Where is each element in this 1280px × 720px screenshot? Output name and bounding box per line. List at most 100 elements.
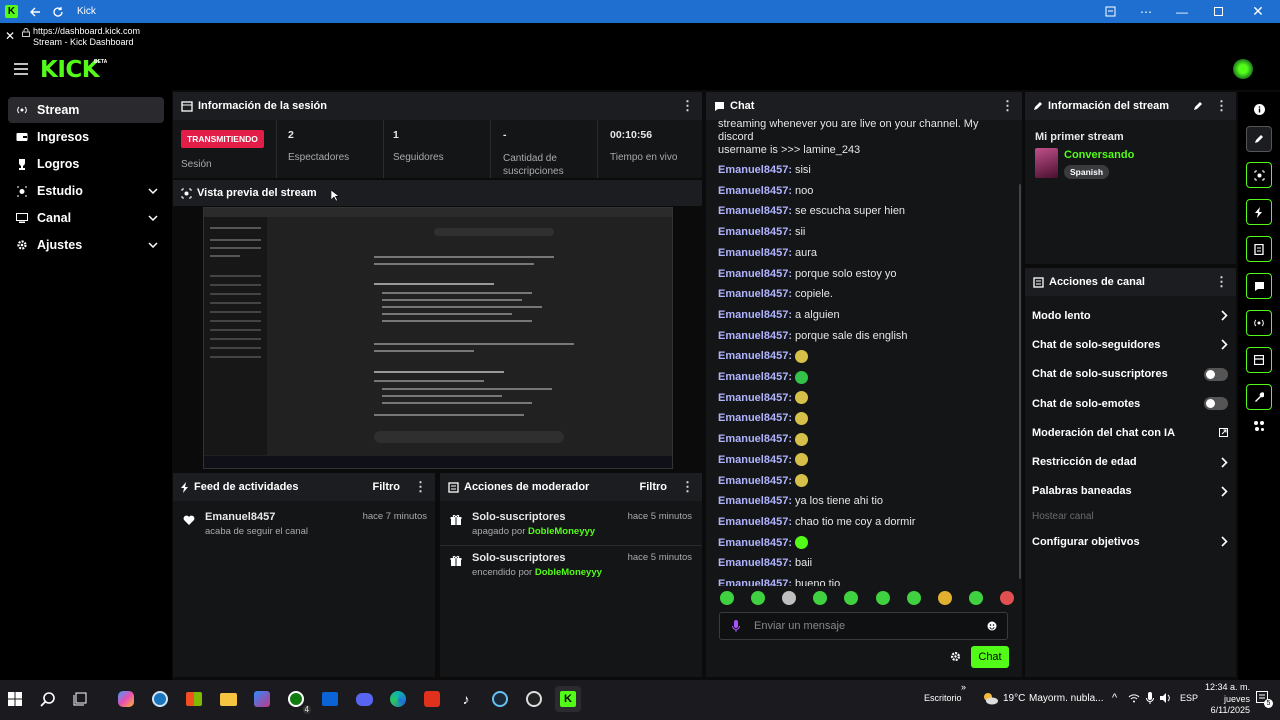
weather-icon[interactable] (982, 691, 998, 705)
chat-username[interactable]: Emanuel8457: (718, 557, 792, 569)
kebab-menu-icon[interactable]: ⋮ (1215, 274, 1228, 290)
chevron-up-icon[interactable]: » (961, 682, 966, 692)
chat-username[interactable]: Emanuel8457: (718, 247, 792, 259)
steam-icon[interactable] (147, 686, 173, 712)
chat-username[interactable]: Emanuel8457: (718, 371, 792, 383)
kick-logo[interactable]: KICK (40, 57, 100, 83)
edit-icon[interactable] (1193, 101, 1203, 111)
microphone-tray-icon[interactable] (1146, 692, 1154, 704)
refresh-icon[interactable] (46, 0, 69, 23)
tiktok-icon[interactable]: ♪ (453, 686, 479, 712)
clock[interactable]: 12:34 a. m. jueves 6/11/2025 (1196, 682, 1250, 717)
kebab-menu-icon[interactable]: ⋮ (414, 479, 427, 495)
chat-scrollbar[interactable] (1019, 184, 1021, 579)
filter-button[interactable]: Filtro (373, 481, 401, 493)
sidebar-item-logros[interactable]: Logros (8, 151, 164, 177)
url-text[interactable]: https://dashboard.kick.com (33, 26, 140, 36)
chat-username[interactable]: Emanuel8457: (718, 537, 792, 549)
app-options-icon[interactable] (1092, 0, 1128, 23)
windows-start-icon[interactable] (8, 692, 22, 706)
kebab-menu-icon[interactable]: ⋮ (1001, 98, 1014, 114)
wifi-icon[interactable] (1128, 693, 1140, 703)
kebab-menu-icon[interactable]: ⋮ (681, 479, 694, 495)
rail-modactions-button[interactable] (1246, 236, 1272, 262)
category-name[interactable]: Conversando (1064, 149, 1134, 161)
volume-icon[interactable] (1160, 693, 1172, 703)
chat-username[interactable]: Emanuel8457: (718, 330, 792, 342)
info-circle-icon[interactable] (1238, 100, 1280, 118)
file-explorer-icon[interactable] (215, 686, 241, 712)
kebab-menu-icon[interactable]: ⋮ (1215, 98, 1228, 114)
sidebar-item-estudio[interactable]: Estudio (8, 178, 164, 204)
rail-tools-button[interactable] (1246, 384, 1272, 410)
xbox-icon[interactable]: 4 (283, 686, 311, 714)
chat-username[interactable]: Emanuel8457: (718, 268, 792, 280)
minimize-icon[interactable]: — (1164, 0, 1200, 23)
edge-icon[interactable] (385, 686, 411, 712)
notification-icon[interactable]: 5 (1256, 691, 1273, 708)
toggle-switch[interactable] (1204, 367, 1228, 381)
obs-icon[interactable] (521, 686, 547, 712)
emote-picker-icon[interactable] (813, 591, 828, 605)
kick-taskbar-icon[interactable]: K (555, 686, 581, 712)
emote-picker-icon[interactable] (937, 591, 952, 605)
close-tab-icon[interactable]: ✕ (5, 29, 15, 43)
emote-picker-icon[interactable] (875, 591, 890, 605)
emote-picker-icon[interactable] (782, 591, 797, 605)
menu-icon[interactable] (14, 63, 28, 75)
chat-settings-gear-icon[interactable] (950, 651, 961, 662)
channel-action-row[interactable]: Moderación del chat con IA (1025, 418, 1236, 447)
mod-action-by[interactable]: DobleMoneyyy (528, 526, 595, 537)
channel-action-row[interactable]: Palabras baneadas (1025, 477, 1236, 506)
mod-action-by[interactable]: DobleMoneyyy (535, 567, 602, 578)
chat-username[interactable]: Emanuel8457: (718, 309, 792, 321)
chat-username[interactable]: Emanuel8457: (718, 475, 792, 487)
outlook-icon[interactable] (317, 686, 343, 712)
channel-action-row[interactable]: Restricción de edad (1025, 447, 1236, 476)
channel-action-row[interactable]: Modo lento (1025, 301, 1236, 330)
send-chat-button[interactable]: Chat (971, 646, 1009, 668)
rail-edit-button[interactable] (1246, 126, 1272, 152)
close-window-icon[interactable]: ✕ (1236, 0, 1280, 23)
back-icon[interactable] (23, 0, 46, 23)
task-view-icon[interactable] (73, 692, 87, 706)
emote-picker-icon[interactable] (999, 591, 1014, 605)
category-thumbnail[interactable] (1035, 148, 1058, 178)
steam-running-icon[interactable] (487, 686, 513, 712)
chat-input[interactable]: Enviar un mensaje (719, 612, 1008, 640)
emote-picker-icon[interactable] (906, 591, 921, 605)
toggle-switch[interactable] (1204, 397, 1228, 411)
rail-activity-button[interactable] (1246, 199, 1272, 225)
microphone-icon[interactable] (732, 620, 740, 632)
dots-cluster-icon[interactable] (1238, 420, 1280, 432)
office-icon[interactable] (249, 686, 275, 712)
chat-username[interactable]: Emanuel8457: (718, 516, 792, 528)
chat-username[interactable]: Emanuel8457: (718, 205, 792, 217)
filter-button[interactable]: Filtro (640, 481, 668, 493)
chat-username[interactable]: Emanuel8457: (718, 226, 792, 238)
chat-username[interactable]: Emanuel8457: (718, 185, 792, 197)
chat-username[interactable]: Emanuel8457: (718, 350, 792, 362)
kebab-menu-icon[interactable]: ⋮ (681, 98, 694, 114)
chat-username[interactable]: Emanuel8457: (718, 164, 792, 176)
copilot-icon[interactable] (113, 686, 139, 712)
rail-preview-button[interactable] (1246, 162, 1272, 188)
chat-username[interactable]: Emanuel8457: (718, 578, 792, 586)
emote-picker-icon[interactable] (844, 591, 859, 605)
emote-picker-icon[interactable] (720, 591, 734, 605)
desktop-label[interactable]: Escritorio (924, 693, 962, 703)
channel-action-row[interactable]: Configurar objetivos (1025, 527, 1236, 556)
wps-icon[interactable] (419, 686, 445, 712)
sidebar-item-canal[interactable]: Canal (8, 205, 164, 231)
maximize-icon[interactable] (1200, 0, 1236, 23)
emote-picker-icon[interactable] (751, 591, 766, 605)
sidebar-item-ajustes[interactable]: Ajustes (8, 232, 164, 258)
channel-action-row[interactable]: Chat de solo-seguidores (1025, 330, 1236, 359)
search-icon[interactable] (40, 691, 56, 707)
discord-icon[interactable] (351, 686, 377, 712)
sidebar-item-stream[interactable]: Stream (8, 97, 164, 123)
chat-username[interactable]: Emanuel8457: (718, 433, 792, 445)
sidebar-item-ingresos[interactable]: Ingresos (8, 124, 164, 150)
chat-username[interactable]: Emanuel8457: (718, 495, 792, 507)
tray-chevron-icon[interactable]: ^ (1112, 692, 1117, 704)
